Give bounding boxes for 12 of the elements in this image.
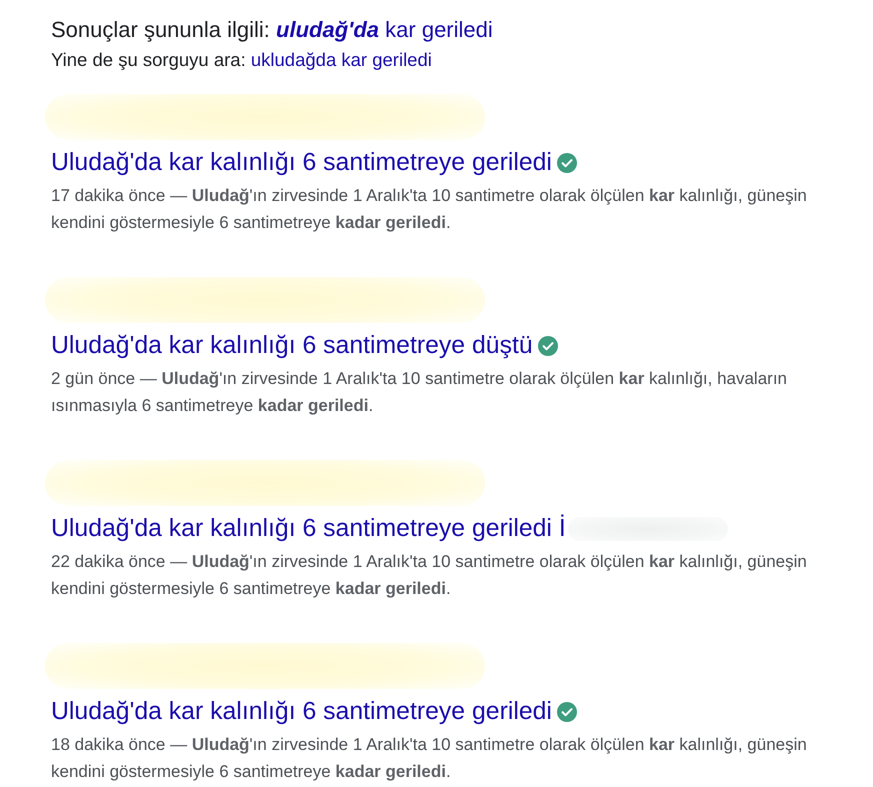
result-title-link[interactable]: Uludağ'da kar kalınlığı 6 santimetreye geriledi [51, 148, 552, 178]
result-title-link[interactable]: Uludağ'da kar kalınlığı 6 santimetreye düştü [51, 331, 533, 361]
result-snippet: 2 gün önce — Uludağ'ın zirvesinde 1 Aralık'ta 10 santimetre olarak ölçülen kar kalınlığı, havaların ısınmasıyla 6 santimetreye kadar geriledi. [51, 368, 788, 417]
result-snippet: 17 dakika önce — Uludağ'ın zirvesinde 1 Aralık'ta 10 santimetre olarak ölçülen kar kalınlığı, güneşin kendini göstermesiyle 6 santimetreye kadar geriledi. [51, 185, 808, 234]
corrected-query-link[interactable]: uludağ'da kar geriledi [276, 17, 493, 42]
search-instead-label: Yine de şu sorguyu ara: [51, 49, 246, 70]
result-snippet: 22 dakika önce — Uludağ'ın zirvesinde 1 Aralık'ta 10 santimetre olarak ölçülen kar kalınlığı, güneşin kendini göstermesiyle 6 santimetreye kadar geriledi. [51, 551, 808, 600]
original-query-link[interactable]: ukludağda kar geriledi [250, 49, 432, 70]
result-title-link[interactable]: Uludağ'da kar kalınlığı 6 santimetreye geriledi [51, 697, 552, 727]
result-snippet: 18 dakika önce — Uludağ'ın zirvesinde 1 Aralık'ta 10 santimetre olarak ölçülen kar kalınlığı, güneşin kendini göstermesiyle 6 santimetreye kadar geriledi. [51, 734, 808, 783]
correction-label: Sonuçlar şununla ilgili: [51, 17, 270, 42]
result-title-link[interactable]: Uludağ'da kar kalınlığı 6 santimetreye geriledi İ [51, 514, 566, 544]
